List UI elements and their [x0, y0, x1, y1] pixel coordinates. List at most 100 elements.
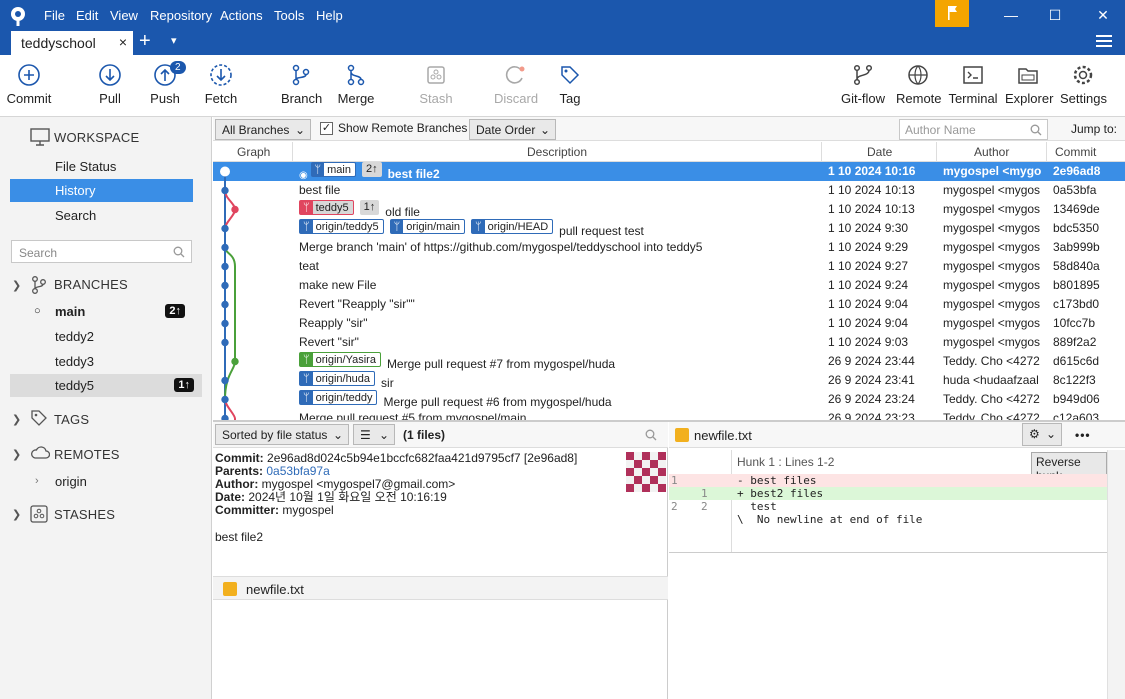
- commit-row[interactable]: ᛘ origin/huda sir 26 9 2024 23:41 huda <huda…: [213, 371, 1125, 390]
- diff-options-dropdown[interactable]: ⚙ ⌄: [1022, 423, 1062, 446]
- repo-tab[interactable]: teddyschool ×: [11, 31, 133, 55]
- commit-row[interactable]: Merge pull request #5 from mygospel/main…: [213, 409, 1125, 420]
- col-date[interactable]: Date: [867, 145, 892, 159]
- menu-actions[interactable]: Actions: [220, 8, 263, 23]
- merge-button[interactable]: Merge: [337, 63, 375, 106]
- commit-date: 26 9 2024 23:23: [828, 411, 915, 420]
- menu-help[interactable]: Help: [316, 8, 343, 23]
- stash-button[interactable]: Stash: [419, 63, 453, 106]
- remote-button[interactable]: Remote: [896, 63, 942, 106]
- commit-field-label: Commit:: [215, 451, 264, 465]
- settings-button[interactable]: Settings: [1060, 63, 1107, 106]
- maximize-button[interactable]: ☐: [1040, 4, 1070, 26]
- pull-button[interactable]: Pull: [94, 63, 126, 106]
- branch-ref-label[interactable]: ᛘ origin/main: [389, 219, 466, 234]
- sidebar-branch-teddy5[interactable]: teddy5 1↑: [10, 374, 202, 397]
- sidebar-item-search[interactable]: Search: [10, 204, 193, 227]
- close-tab-icon[interactable]: ×: [119, 34, 127, 50]
- commit-row[interactable]: ᛘ origin/teddy5 ᛘ origin/main ᛘ origin/HEAD pu…: [213, 219, 1125, 238]
- hamburger-menu-icon[interactable]: [1096, 34, 1112, 48]
- list-icon: ☰: [360, 428, 371, 442]
- file-count: (1 files): [403, 428, 446, 442]
- menu-view[interactable]: View: [110, 8, 138, 23]
- gear-icon: ⚙: [1029, 427, 1040, 441]
- commit-row[interactable]: Revert "sir" 1 10 2024 9:03 mygospel <mygo…: [213, 333, 1125, 352]
- branches-filter-dropdown[interactable]: All Branches ⌄: [215, 119, 311, 140]
- commit-row[interactable]: best file 1 10 2024 10:13 mygospel <mygos 0…: [213, 181, 1125, 200]
- diff-line[interactable]: \ No newline at end of file: [669, 513, 1107, 526]
- branches-chevron-icon[interactable]: ❯: [12, 279, 21, 292]
- branch-ref-label[interactable]: ᛘ origin/teddy: [299, 390, 378, 405]
- col-description[interactable]: Description: [527, 145, 587, 159]
- search-icon[interactable]: [645, 429, 657, 441]
- sidebar: WORKSPACE File Status History Search Sea…: [0, 117, 212, 699]
- new-tab-button[interactable]: +: [139, 30, 151, 53]
- menu-file[interactable]: File: [44, 8, 65, 23]
- commit-row[interactable]: teat 1 10 2024 9:27 mygospel <mygos 58d840a: [213, 257, 1125, 276]
- menu-repository[interactable]: Repository: [150, 8, 212, 23]
- sort-dropdown[interactable]: Sorted by file status ⌄: [215, 424, 349, 445]
- commit-row[interactable]: make new File 1 10 2024 9:24 mygospel <myg…: [213, 276, 1125, 295]
- order-dropdown[interactable]: Date Order ⌄: [469, 119, 556, 140]
- minimize-button[interactable]: —: [996, 4, 1026, 26]
- remotes-chevron-icon[interactable]: ❯: [12, 448, 21, 461]
- sidebar-item-history[interactable]: History: [10, 179, 193, 202]
- sidebar-branch-teddy3[interactable]: teddy3: [10, 350, 193, 373]
- commit-row[interactable]: ᛘ origin/Yasira Merge pull request #7 from…: [213, 352, 1125, 371]
- commit-row[interactable]: ᛘ origin/teddy Merge pull request #6 from …: [213, 390, 1125, 409]
- discard-button[interactable]: Discard: [494, 63, 538, 106]
- sidebar-search-placeholder: Search: [19, 246, 58, 260]
- sidebar-branch-teddy2[interactable]: teddy2: [10, 325, 193, 348]
- tag-button[interactable]: Tag: [557, 63, 583, 106]
- ahead-count-badge[interactable]: 2↑: [361, 162, 382, 177]
- col-graph[interactable]: Graph: [237, 145, 270, 159]
- tab-dropdown-icon[interactable]: ▾: [171, 34, 177, 47]
- commit-row[interactable]: ᛘ teddy5 1↑ old file 1 10 2024 10:13 mygospel…: [213, 200, 1125, 219]
- parent-hash-link[interactable]: 0a53bfa97a: [266, 464, 329, 478]
- stash-label: Stash: [419, 91, 453, 106]
- col-commit[interactable]: Commit: [1055, 145, 1096, 159]
- push-button[interactable]: Push 2: [148, 61, 186, 106]
- branch-ref-label[interactable]: ᛘ origin/Yasira: [299, 352, 381, 367]
- commit-hash-value: 2e96ad8d024c5b94e1bccfc682faa421d9795cf7…: [267, 451, 578, 465]
- diff-line[interactable]: 1 + best2 files: [669, 487, 1107, 500]
- branch-ref-label[interactable]: ᛘ origin/huda: [299, 371, 376, 386]
- commit-list[interactable]: ◉ ᛘ main 2↑ best file2 1 10 2024 10:16 mygosp…: [213, 162, 1125, 420]
- sidebar-remote-origin[interactable]: origin: [10, 470, 193, 493]
- branch-ref-label[interactable]: ᛘ teddy5: [299, 200, 354, 215]
- author-name-input[interactable]: Author Name: [899, 119, 1048, 140]
- branch-ref-label[interactable]: ᛘ main: [310, 162, 356, 177]
- commit-node: [221, 262, 229, 271]
- show-remote-checkbox[interactable]: ✓: [320, 122, 333, 135]
- branch-button[interactable]: Branch: [281, 63, 322, 106]
- commit-button[interactable]: Commit: [6, 63, 52, 106]
- explorer-button[interactable]: Explorer: [1005, 63, 1053, 106]
- gitflow-button[interactable]: Git-flow: [840, 63, 886, 106]
- changed-file-row[interactable]: newfile.txt: [213, 576, 668, 600]
- commit-row[interactable]: Reapply "sir" 1 10 2024 9:04 mygospel <myg…: [213, 314, 1125, 333]
- fetch-button[interactable]: Fetch: [204, 63, 238, 106]
- tags-chevron-icon[interactable]: ❯: [12, 413, 21, 426]
- view-mode-dropdown[interactable]: ☰ ⌄: [353, 424, 395, 445]
- close-window-button[interactable]: ✕: [1088, 4, 1118, 26]
- commit-date: 26 9 2024 23:41: [828, 373, 915, 387]
- col-author[interactable]: Author: [974, 145, 1009, 159]
- sidebar-item-file-status[interactable]: File Status: [10, 155, 193, 178]
- branch-ref-label[interactable]: ᛘ origin/HEAD: [471, 219, 554, 234]
- more-options-icon[interactable]: •••: [1075, 428, 1091, 442]
- commit-row[interactable]: Merge branch 'main' of https://github.co…: [213, 238, 1125, 257]
- commit-row[interactable]: Revert "Reapply "sir"" 1 10 2024 9:04 mygo…: [213, 295, 1125, 314]
- diff-scrollbar[interactable]: [1107, 450, 1125, 699]
- stashes-chevron-icon[interactable]: ❯: [12, 508, 21, 521]
- menu-tools[interactable]: Tools: [274, 8, 304, 23]
- menu-edit[interactable]: Edit: [76, 8, 98, 23]
- diff-line[interactable]: 1 - best files: [669, 474, 1107, 487]
- sidebar-branch-main[interactable]: ○ main 2↑: [10, 300, 193, 323]
- diff-line[interactable]: 2 2 test: [669, 500, 1107, 513]
- sidebar-search-input[interactable]: Search: [11, 240, 192, 263]
- commit-row[interactable]: ◉ ᛘ main 2↑ best file2 1 10 2024 10:16 mygosp…: [213, 162, 1125, 181]
- notification-flag-button[interactable]: [935, 0, 969, 27]
- branch-ref-label[interactable]: ᛘ origin/teddy5: [299, 219, 384, 234]
- terminal-button[interactable]: Terminal: [948, 63, 998, 106]
- ahead-count-badge[interactable]: 1↑: [359, 200, 380, 215]
